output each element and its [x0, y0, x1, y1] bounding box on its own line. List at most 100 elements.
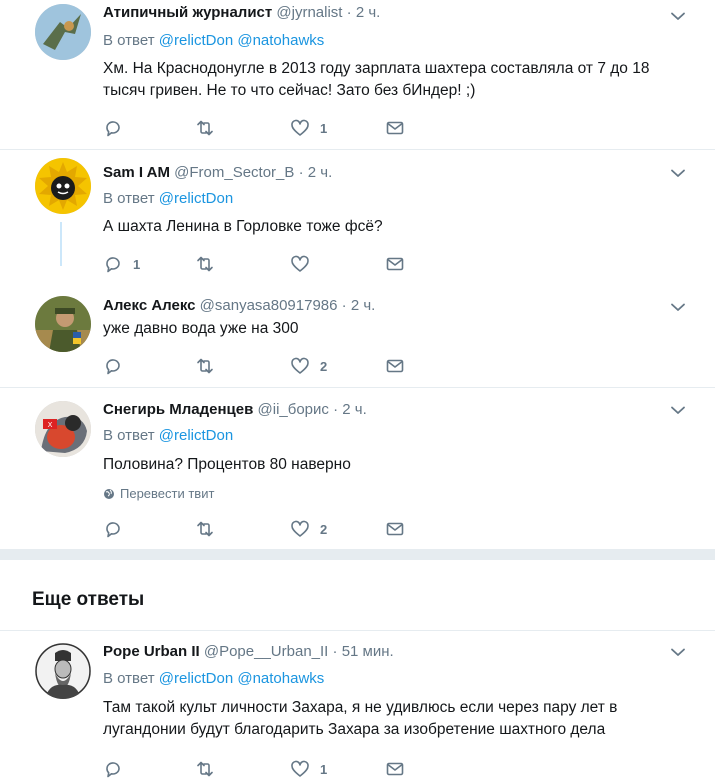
timestamp[interactable]: 2 ч.: [356, 4, 381, 21]
retweet-icon: [197, 521, 213, 537]
reply-to-line: В ответ @relictDon @natohawks: [103, 670, 324, 687]
timestamp[interactable]: 2 ч.: [351, 297, 376, 314]
reply-to-label: В ответ: [103, 190, 155, 207]
section-gap: [0, 549, 715, 559]
author-name[interactable]: Sam I AM: [103, 164, 170, 181]
caret-down-icon[interactable]: [669, 7, 687, 25]
mention-link[interactable]: @relictDon: [159, 32, 233, 49]
reply-icon: [106, 522, 120, 538]
tweet-header: Sam I AM @From_Sector_B · 2 ч.: [103, 164, 332, 181]
retweet-button[interactable]: [195, 356, 225, 376]
mention-link[interactable]: @natohawks: [237, 670, 324, 687]
retweet-button[interactable]: [195, 118, 225, 138]
tweet-actions: 1: [103, 759, 413, 779]
more-replies-heading: Еще ответы: [32, 589, 145, 610]
author-handle[interactable]: @Pope__Urban_II: [204, 643, 328, 660]
timestamp[interactable]: 2 ч.: [308, 164, 333, 181]
avatar[interactable]: [35, 158, 91, 214]
timestamp[interactable]: 51 мин.: [342, 643, 394, 660]
reply-button[interactable]: [103, 118, 133, 138]
direct-message-button[interactable]: [385, 356, 405, 376]
retweet-button[interactable]: [195, 519, 225, 539]
reply-to-line: В ответ @relictDon: [103, 427, 233, 444]
reply-icon: [106, 121, 120, 137]
tweet-header: Атипичный журналист @jyrnalist · 2 ч.: [103, 4, 380, 21]
like-button[interactable]: 2: [290, 356, 327, 376]
caret-down-icon[interactable]: [669, 401, 687, 419]
like-button[interactable]: 1: [290, 118, 327, 138]
reply-button[interactable]: 1: [103, 254, 140, 274]
author-name[interactable]: Снегирь Младенцев: [103, 401, 253, 418]
reply-icon: [106, 762, 120, 778]
reply-button[interactable]: [103, 759, 133, 779]
tweet-header: Алекс Алекс @sanyasa80917986 · 2 ч.: [103, 297, 375, 314]
avatar[interactable]: [35, 643, 91, 699]
separator-dot: ·: [333, 401, 339, 418]
divider: [0, 149, 715, 150]
retweet-button[interactable]: [195, 254, 225, 274]
direct-message-button[interactable]: [385, 118, 405, 138]
separator-dot: ·: [298, 164, 304, 181]
dm-icon: [386, 522, 404, 536]
reply-button[interactable]: [103, 519, 133, 539]
like-count: 1: [320, 761, 328, 777]
tweet-text: Там такой культ личности Захара, я не уд…: [103, 699, 618, 738]
retweet-icon: [197, 761, 213, 777]
tweet-actions: 2: [103, 519, 413, 539]
author-name[interactable]: Алекс Алекс: [103, 297, 195, 314]
timestamp[interactable]: 2 ч.: [342, 401, 367, 418]
like-button[interactable]: 1: [290, 759, 327, 779]
direct-message-button[interactable]: [385, 759, 405, 779]
translate-tweet-link[interactable]: Перевести твит: [103, 486, 214, 501]
reply-icon: [106, 359, 120, 375]
separator-dot: ·: [341, 297, 347, 314]
like-count: 1: [320, 120, 328, 136]
author-handle[interactable]: @sanyasa80917986: [200, 297, 338, 314]
reply-to-line: В ответ @relictDon @natohawks: [103, 32, 324, 49]
tweet-text: А шахта Ленина в Горловке тоже фсё?: [103, 218, 383, 235]
reply-button[interactable]: [103, 356, 133, 376]
avatar[interactable]: [35, 4, 91, 60]
dm-icon: [386, 762, 404, 776]
like-icon: [291, 520, 309, 537]
caret-down-icon[interactable]: [669, 643, 687, 661]
author-handle[interactable]: @From_Sector_B: [174, 164, 294, 181]
thread-line: [60, 222, 62, 266]
mention-link[interactable]: @natohawks: [237, 32, 324, 49]
tweet-text: Хм. На Краснодонугле в 2013 году зарплат…: [103, 60, 650, 99]
like-icon: [291, 255, 309, 272]
caret-down-icon[interactable]: [669, 164, 687, 182]
author-name[interactable]: Pope Urban II: [103, 643, 200, 660]
retweet-icon: [197, 256, 213, 272]
like-count: 2: [320, 358, 328, 374]
mention-link[interactable]: @relictDon: [159, 427, 233, 444]
reply-icon: [106, 257, 120, 273]
dm-icon: [386, 121, 404, 135]
separator-dot: ·: [332, 643, 338, 660]
tweet-text: Половина? Процентов 80 наверно: [103, 456, 351, 473]
dm-icon: [386, 257, 404, 271]
direct-message-button[interactable]: [385, 519, 405, 539]
tweet-text: уже давно вода уже на 300: [103, 320, 299, 337]
globe-icon: [104, 488, 114, 499]
mention-link[interactable]: @relictDon: [159, 190, 233, 207]
divider: [0, 387, 715, 388]
author-handle[interactable]: @jyrnalist: [276, 4, 342, 21]
direct-message-button[interactable]: [385, 254, 405, 274]
retweet-button[interactable]: [195, 759, 225, 779]
mention-link[interactable]: @relictDon: [159, 670, 233, 687]
svg-text:X: X: [48, 421, 53, 429]
like-button[interactable]: [290, 254, 320, 274]
reply-to-label: В ответ: [103, 32, 155, 49]
separator-dot: ·: [346, 4, 352, 21]
reply-to-label: В ответ: [103, 670, 155, 687]
like-icon: [291, 760, 309, 777]
caret-down-icon[interactable]: [669, 298, 687, 316]
author-handle[interactable]: @ii_борис: [258, 401, 329, 418]
author-name[interactable]: Атипичный журналист: [103, 4, 272, 21]
tweet-actions: 2: [103, 356, 413, 376]
avatar[interactable]: [35, 296, 91, 352]
translate-label: Перевести твит: [120, 486, 215, 501]
avatar[interactable]: X: [35, 401, 91, 457]
like-button[interactable]: 2: [290, 519, 327, 539]
